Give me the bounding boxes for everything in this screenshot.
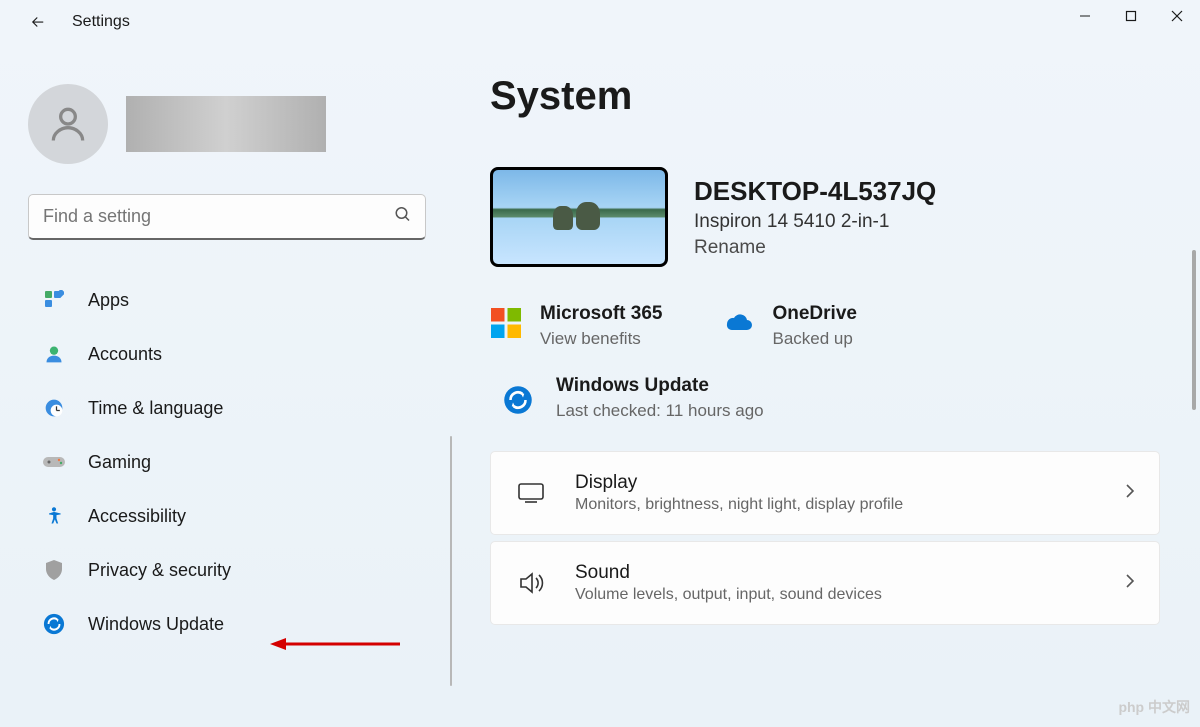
status-sub: View benefits — [540, 329, 662, 349]
device-model: Inspiron 14 5410 2-in-1 — [694, 211, 936, 233]
setting-list: Display Monitors, brightness, night ligh… — [490, 451, 1160, 625]
shield-icon — [42, 558, 66, 582]
sidebar-item-accessibility[interactable]: Accessibility — [28, 492, 440, 540]
close-icon — [1171, 10, 1183, 22]
back-button[interactable] — [28, 12, 48, 32]
windows-update-card[interactable]: Windows Update Last checked: 11 hours ag… — [490, 375, 1160, 421]
page-title: System — [490, 74, 1160, 119]
setting-sound[interactable]: Sound Volume levels, output, input, soun… — [490, 541, 1160, 625]
accounts-icon — [42, 342, 66, 366]
setting-text: Sound Volume levels, output, input, soun… — [575, 562, 1097, 604]
main: System DESKTOP-4L537JQ Inspiron 14 5410 … — [440, 50, 1200, 727]
setting-display[interactable]: Display Monitors, brightness, night ligh… — [490, 451, 1160, 535]
sidebar-item-time-language[interactable]: Time & language — [28, 384, 440, 432]
apps-icon — [42, 288, 66, 312]
nav-label: Time & language — [88, 398, 223, 419]
rename-link[interactable]: Rename — [694, 237, 936, 259]
titlebar-left: Settings — [0, 0, 130, 32]
user-name-redacted — [126, 96, 326, 152]
device-info: DESKTOP-4L537JQ Inspiron 14 5410 2-in-1 … — [694, 176, 936, 259]
chevron-right-icon — [1125, 483, 1135, 504]
chevron-right-icon — [1125, 573, 1135, 594]
microsoft-logo-icon — [490, 307, 522, 339]
sidebar-item-gaming[interactable]: Gaming — [28, 438, 440, 486]
window-controls — [1062, 0, 1200, 32]
minimize-icon — [1079, 10, 1091, 22]
status-title: Windows Update — [556, 375, 764, 397]
sidebar-item-windows-update[interactable]: Windows Update — [28, 600, 440, 648]
microsoft-365-card[interactable]: Microsoft 365 View benefits — [490, 303, 662, 349]
windows-update-icon — [42, 612, 66, 636]
status-cards: Microsoft 365 View benefits OneDrive Bac… — [490, 303, 1160, 349]
status-sub: Last checked: 11 hours ago — [556, 401, 764, 421]
nav-list: Apps Accounts Time & language Gaming Acc… — [28, 276, 440, 648]
onedrive-icon — [722, 307, 754, 339]
setting-text: Display Monitors, brightness, night ligh… — [575, 472, 1097, 514]
sidebar-item-privacy-security[interactable]: Privacy & security — [28, 546, 440, 594]
device-section: DESKTOP-4L537JQ Inspiron 14 5410 2-in-1 … — [490, 167, 1160, 267]
search-wrap — [28, 194, 426, 240]
nav-label: Windows Update — [88, 614, 224, 635]
device-name: DESKTOP-4L537JQ — [694, 176, 936, 207]
content: Apps Accounts Time & language Gaming Acc… — [0, 50, 1200, 727]
maximize-button[interactable] — [1108, 0, 1154, 32]
status-text: Microsoft 365 View benefits — [540, 303, 662, 349]
main-scrollbar[interactable] — [1192, 250, 1196, 410]
nav-label: Accounts — [88, 344, 162, 365]
watermark: php 中文网 — [1118, 697, 1190, 717]
search-icon — [394, 206, 412, 229]
person-icon — [46, 102, 90, 146]
nav-label: Apps — [88, 290, 129, 311]
device-wallpaper-image — [490, 167, 668, 267]
app-title: Settings — [72, 13, 130, 31]
sound-icon — [515, 567, 547, 599]
avatar — [28, 84, 108, 164]
time-language-icon — [42, 396, 66, 420]
arrow-left-icon — [29, 13, 47, 31]
setting-title: Sound — [575, 562, 1097, 584]
windows-update-icon — [502, 384, 534, 416]
nav-label: Accessibility — [88, 506, 186, 527]
sidebar: Apps Accounts Time & language Gaming Acc… — [0, 50, 440, 727]
setting-sub: Volume levels, output, input, sound devi… — [575, 586, 1097, 604]
close-button[interactable] — [1154, 0, 1200, 32]
status-text: Windows Update Last checked: 11 hours ag… — [556, 375, 764, 421]
status-text: OneDrive Backed up — [772, 303, 856, 349]
maximize-icon — [1125, 10, 1137, 22]
nav-label: Privacy & security — [88, 560, 231, 581]
sidebar-item-apps[interactable]: Apps — [28, 276, 440, 324]
display-icon — [515, 477, 547, 509]
status-title: Microsoft 365 — [540, 303, 662, 325]
minimize-button[interactable] — [1062, 0, 1108, 32]
setting-sub: Monitors, brightness, night light, displ… — [575, 496, 1097, 514]
setting-title: Display — [575, 472, 1097, 494]
user-section[interactable] — [28, 84, 440, 164]
status-sub: Backed up — [772, 329, 856, 349]
nav-label: Gaming — [88, 452, 151, 473]
status-title: OneDrive — [772, 303, 856, 325]
accessibility-icon — [42, 504, 66, 528]
titlebar: Settings — [0, 0, 1200, 50]
onedrive-card[interactable]: OneDrive Backed up — [722, 303, 856, 349]
sidebar-item-accounts[interactable]: Accounts — [28, 330, 440, 378]
search-input[interactable] — [28, 194, 426, 240]
gaming-icon — [42, 450, 66, 474]
